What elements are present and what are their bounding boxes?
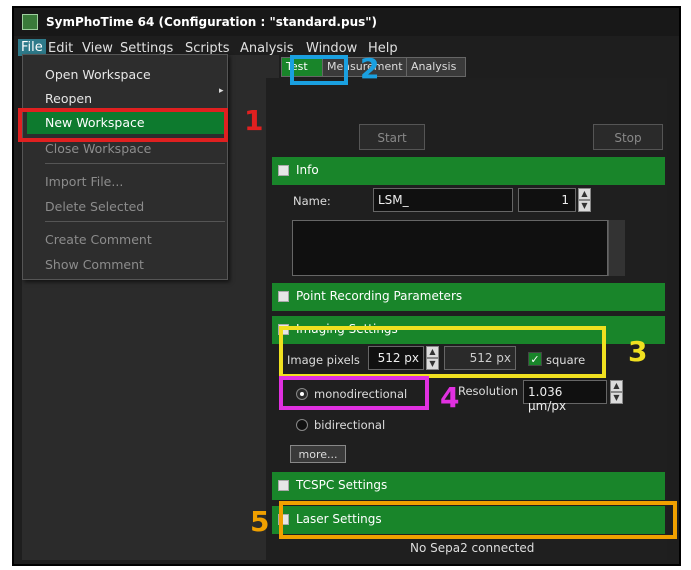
bidirectional-radio[interactable] <box>296 419 308 431</box>
annotation-number-3: 3 <box>628 335 648 368</box>
title-bar: SymPhoTime 64 (Configuration : "standard… <box>14 8 679 36</box>
annotation-box-1 <box>18 108 228 142</box>
name-input[interactable]: LSM_ <box>373 188 513 212</box>
tcspc-label: TCSPC Settings <box>296 478 388 492</box>
annotation-number-4: 4 <box>440 381 460 414</box>
menu-item-open-workspace[interactable]: Open Workspace <box>45 67 151 82</box>
comment-scrollbar[interactable] <box>608 220 625 276</box>
menu-item-delete-selected[interactable]: Delete Selected <box>45 199 144 214</box>
menu-window[interactable]: Window <box>306 41 357 56</box>
more-button[interactable]: more... <box>290 445 346 463</box>
menu-item-create-comment[interactable]: Create Comment <box>45 232 152 247</box>
resolution-input[interactable]: 1.036 µm/px <box>523 380 607 413</box>
tab-analysis[interactable]: Analysis <box>406 57 466 77</box>
menu-item-reopen[interactable]: Reopen <box>45 91 92 106</box>
comment-textarea[interactable] <box>292 220 608 276</box>
expand-icon <box>278 480 289 491</box>
annotation-number-1: 1 <box>244 104 264 137</box>
info-section-header[interactable]: Info <box>272 157 665 185</box>
file-menu-dropdown: Open Workspace Reopen ▸ New Workspace Cl… <box>22 54 228 280</box>
name-counter-input[interactable]: 1 <box>518 188 576 212</box>
info-header-label: Info <box>296 163 319 177</box>
menu-analysis[interactable]: Analysis <box>240 41 294 56</box>
annotation-box-5 <box>279 501 677 539</box>
annotation-box-4 <box>279 376 429 410</box>
counter-down-icon[interactable]: ▼ <box>578 200 591 212</box>
menu-separator <box>45 163 225 164</box>
menu-item-close-workspace[interactable]: Close Workspace <box>45 141 151 156</box>
resolution-label: Resolution <box>458 384 519 398</box>
tcspc-section-header[interactable]: TCSPC Settings <box>272 472 665 500</box>
menu-item-show-comment[interactable]: Show Comment <box>45 257 144 272</box>
annotation-number-5: 5 <box>250 505 270 538</box>
collapse-icon <box>278 165 289 176</box>
resolution-up-icon[interactable]: ▲ <box>610 380 623 392</box>
window-title: SymPhoTime 64 (Configuration : "standard… <box>46 15 377 29</box>
annotation-box-2 <box>290 55 348 85</box>
submenu-arrow-icon: ▸ <box>219 86 224 96</box>
point-recording-section-header[interactable]: Point Recording Parameters <box>272 283 665 311</box>
stop-button[interactable]: Stop <box>593 124 663 150</box>
menu-separator <box>45 221 225 222</box>
expand-icon <box>278 291 289 302</box>
start-button[interactable]: Start <box>359 124 425 150</box>
menu-item-import-file[interactable]: Import File... <box>45 174 123 189</box>
resolution-down-icon[interactable]: ▼ <box>610 392 623 404</box>
bidirectional-label: bidirectional <box>314 418 386 432</box>
counter-up-icon[interactable]: ▲ <box>578 188 591 200</box>
annotation-box-3 <box>279 326 606 378</box>
point-recording-label: Point Recording Parameters <box>296 289 463 303</box>
laser-status-text: No Sepa2 connected <box>410 541 535 555</box>
annotation-number-2: 2 <box>360 52 380 85</box>
name-label: Name: <box>293 194 331 208</box>
app-logo-icon <box>22 14 38 30</box>
